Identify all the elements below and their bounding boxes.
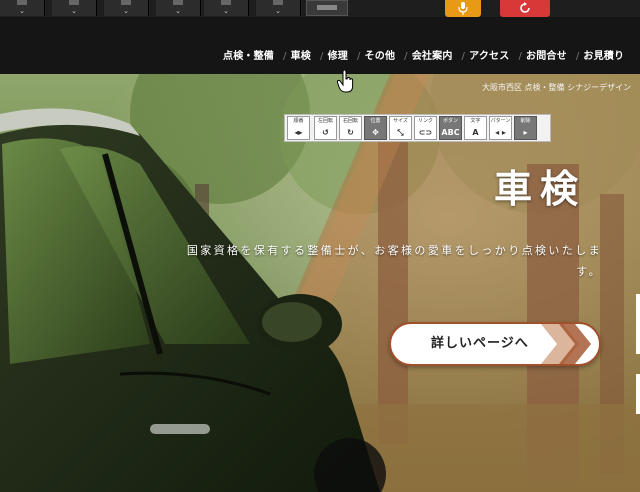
chevron-down-icon: ⌄ [71, 7, 77, 15]
breadcrumb: 大阪市西区 点検・整備 シナジーデザイン [482, 83, 632, 92]
toolbar-chart-dropdown[interactable]: ⌄ [204, 0, 249, 16]
layout-icon [173, 0, 183, 5]
rotate-left-icon: ↺ [322, 128, 329, 137]
nav-item-maintenance[interactable]: 点検・整備 [218, 47, 278, 62]
side-scroll-tab[interactable] [636, 294, 640, 354]
chevron-down-icon: ⌄ [223, 7, 229, 15]
toolbar-pen-dropdown[interactable]: ⌄ [0, 0, 45, 16]
letter-a-icon: A [472, 128, 479, 137]
nav-item-shaken[interactable]: / 車検 [278, 47, 315, 62]
pattern-button[interactable]: パターン ◂ ▸ [489, 116, 512, 140]
toolbar-text-dropdown[interactable]: ⌄ [52, 0, 97, 16]
side-scroll-tab[interactable] [636, 374, 640, 414]
position-button[interactable]: 位置 ✥ [364, 116, 387, 140]
nav-item-other[interactable]: / その他 [352, 47, 399, 62]
edit-palette: 順番 ◂▸ 左回転 ↺ 右回転 ↻ 位置 ✥ サイズ ⤡ リンク ⊂⊃ ボタン ABC 文字 A… [284, 114, 551, 142]
reset-button[interactable] [500, 0, 550, 17]
image-icon [121, 0, 131, 5]
hand-cursor-icon [337, 70, 354, 93]
undo-icon [273, 0, 283, 5]
link-icon: ⊂⊃ [418, 128, 433, 137]
order-button[interactable]: 順番 ◂▸ [287, 116, 310, 140]
rotate-right-icon: ↻ [347, 128, 354, 137]
resize-icon: ⤡ [397, 128, 404, 137]
toolbar-undo-dropdown[interactable]: ⌄ [256, 0, 301, 16]
pattern-arrows-icon: ◂ ▸ [495, 128, 506, 137]
toolbar-image-dropdown[interactable]: ⌄ [104, 0, 149, 16]
global-nav: 点検・整備 / 車検 / 修理 / その他 / 会社案内 / アクセス / お問合せ / お見… [218, 46, 628, 62]
move-icon: ✥ [372, 128, 379, 137]
abc-icon: ABC [441, 128, 460, 137]
hero-title: 車検 [493, 166, 586, 211]
link-button[interactable]: リンク ⊂⊃ [414, 116, 437, 140]
hero-section: 大阪市西区 点検・整備 シナジーデザイン 順番 ◂▸ 左回転 ↺ 右回転 ↻ 位置 ✥ … [0, 74, 640, 492]
device-icon [317, 5, 337, 10]
detail-button-label: 詳しいページへ [431, 336, 529, 351]
detail-page-button[interactable]: 詳しいページへ [389, 322, 601, 366]
button-style-button[interactable]: ボタン ABC [439, 116, 462, 140]
microphone-icon [458, 2, 468, 15]
rotate-right-button[interactable]: 右回転 ↻ [339, 116, 362, 140]
editor-toolbar: ⌄ ⌄ ⌄ ⌄ ⌄ ⌄ [0, 0, 640, 18]
play-icon: ▸ [523, 128, 528, 137]
site-header: 点検・整備 / 車検 / 修理 / その他 / 会社案内 / アクセス / お問合せ / お見… [0, 17, 640, 74]
text-style-button[interactable]: 文字 A [464, 116, 487, 140]
delete-button[interactable]: 削除 ▸ [514, 116, 537, 140]
hero-description: 国家資格を保有する整備士が、お客様の愛車をしっかり点検いたします。 [186, 244, 602, 278]
mic-button[interactable] [445, 0, 481, 17]
pen-icon [17, 0, 27, 5]
toolbar-device-toggle[interactable] [306, 0, 348, 16]
order-arrows-icon: ◂▸ [294, 128, 303, 137]
nav-item-company[interactable]: / 会社案内 [399, 47, 456, 62]
chevron-down-icon: ⌄ [175, 7, 181, 15]
refresh-icon [520, 2, 530, 13]
toolbar-layout-dropdown[interactable]: ⌄ [156, 0, 201, 16]
chevron-down-icon: ⌄ [275, 7, 281, 15]
nav-item-contact[interactable]: / お問合せ [513, 47, 570, 62]
chart-icon [221, 0, 231, 5]
nav-item-access[interactable]: / アクセス [457, 47, 514, 62]
nav-item-estimate[interactable]: / お見積り [571, 47, 628, 62]
rotate-left-button[interactable]: 左回転 ↺ [314, 116, 337, 140]
text-icon [69, 0, 79, 5]
chevron-down-icon: ⌄ [123, 7, 129, 15]
size-button[interactable]: サイズ ⤡ [389, 116, 412, 140]
nav-item-repair[interactable]: / 修理 [315, 47, 352, 62]
chevron-right-icon [541, 324, 591, 364]
chevron-down-icon: ⌄ [19, 7, 25, 15]
